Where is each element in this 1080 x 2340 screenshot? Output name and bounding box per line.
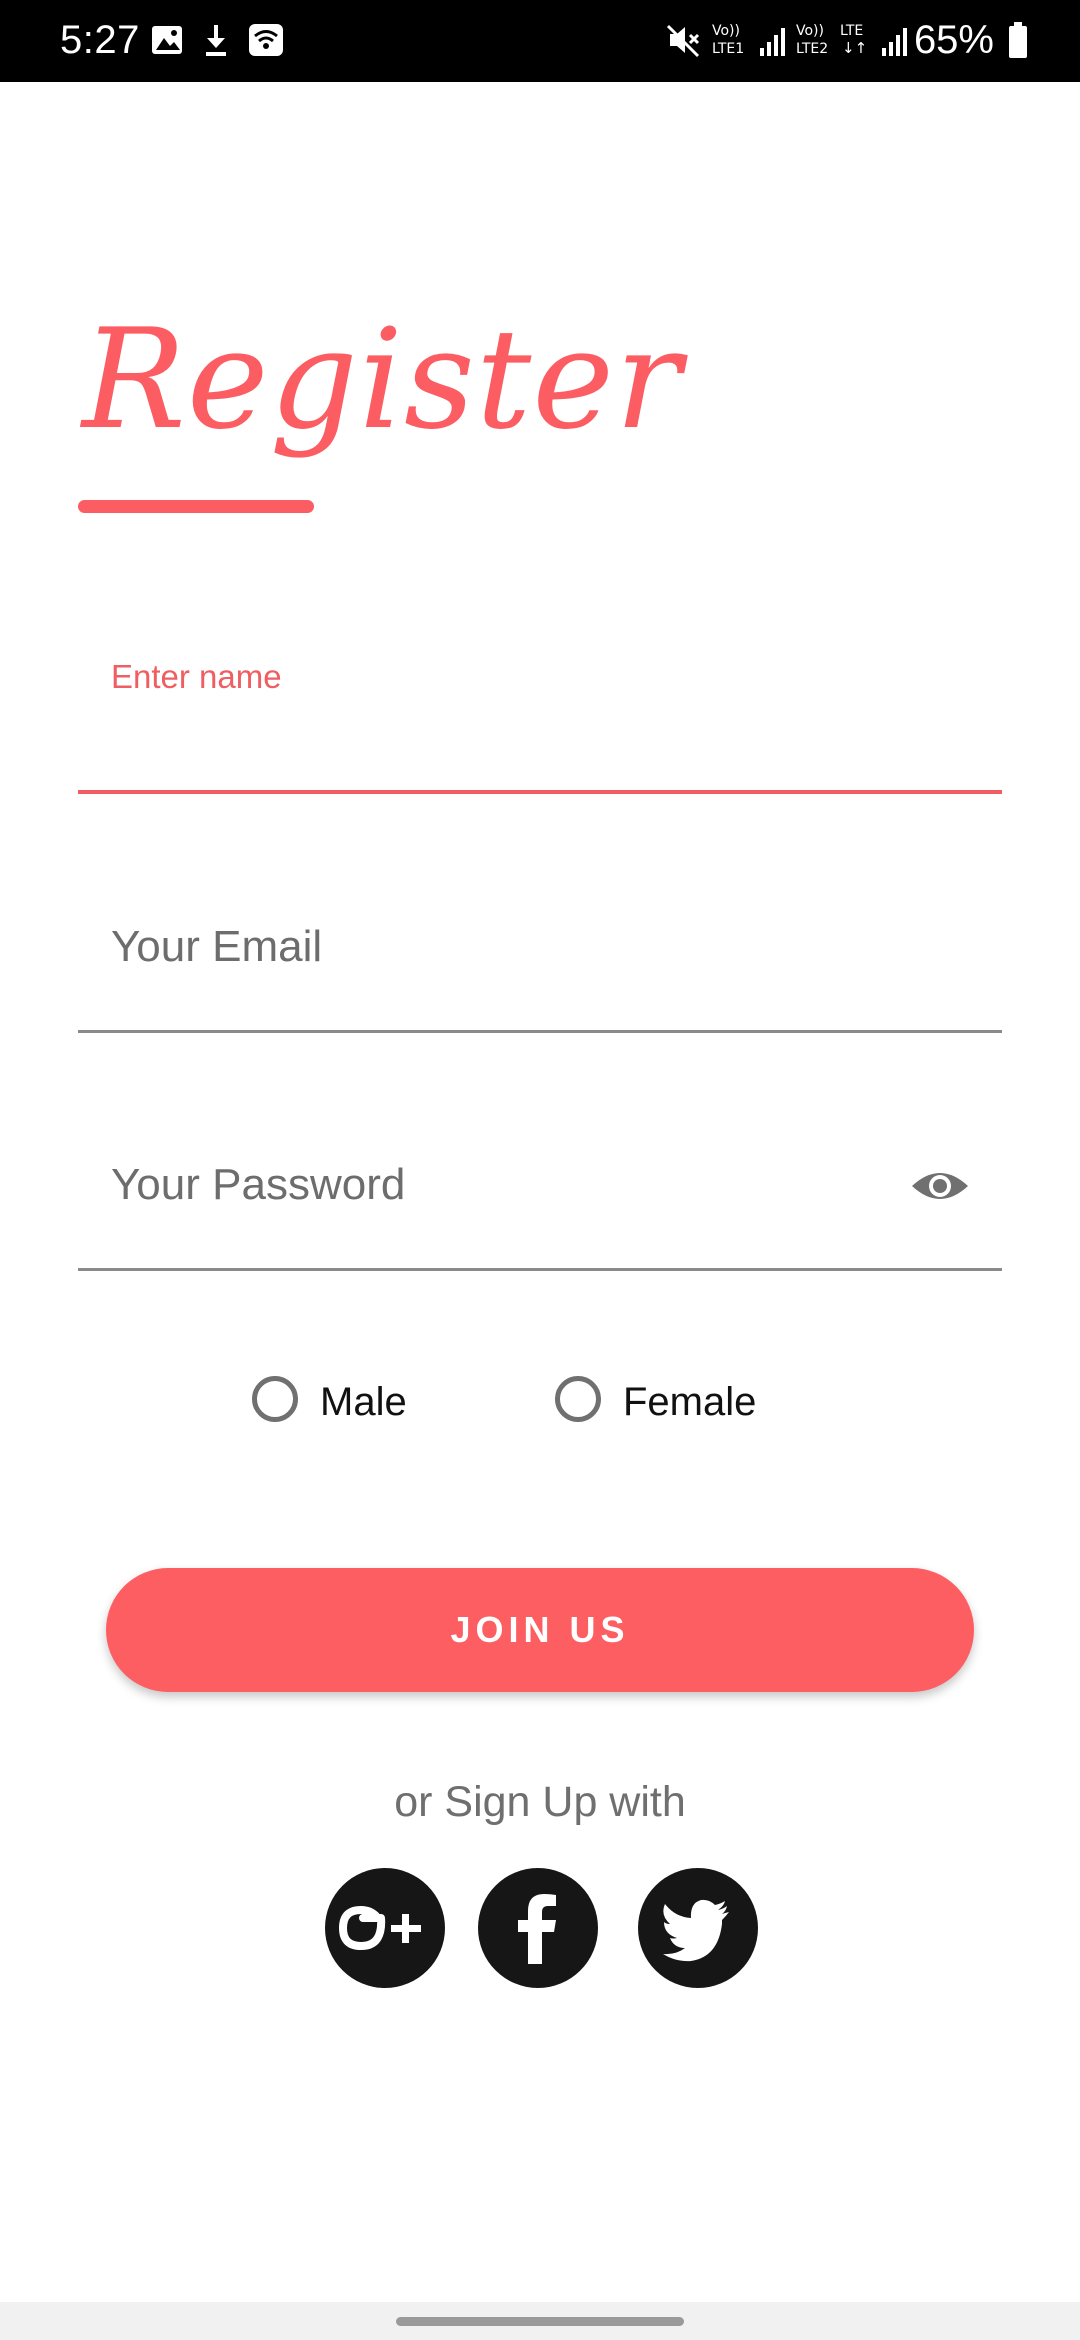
svg-text:LTE2: LTE2 <box>796 41 828 57</box>
gender-radio-group: Male Female <box>0 1372 1080 1432</box>
radio-female-label: Female <box>623 1380 757 1424</box>
google-plus-button[interactable] <box>325 1868 445 1988</box>
join-us-button[interactable]: JOIN US <box>106 1568 974 1692</box>
facebook-icon <box>518 1894 556 1964</box>
email-field-underline <box>78 1030 1002 1033</box>
navigation-bar <box>0 2302 1080 2340</box>
radio-female[interactable]: Female <box>555 1372 775 1432</box>
mute-icon <box>666 24 700 58</box>
or-sign-up-text: or Sign Up with <box>394 1778 686 1826</box>
password-field[interactable]: Your Password <box>78 1138 1002 1274</box>
svg-text:Vo)): Vo)) <box>796 23 824 39</box>
gallery-icon <box>152 26 182 54</box>
twitter-icon <box>663 1899 729 1962</box>
battery-icon <box>1009 22 1027 58</box>
status-bar: 5:27 Vo)) LTE1 Vo)) LTE2 LTE ↓↑ 65% <box>0 0 1080 82</box>
volte-lte2-signal-icon: Vo)) LTE2 LTE ↓↑ <box>796 23 907 57</box>
volte-lte1-signal-icon: Vo)) LTE1 <box>712 23 785 57</box>
email-field[interactable]: Your Email <box>78 900 1002 1036</box>
google-plus-icon <box>338 1905 421 1951</box>
eye-icon[interactable] <box>910 1166 970 1206</box>
status-time: 5:27 <box>60 18 140 62</box>
name-field-label: Enter name <box>111 658 282 695</box>
wifi-icon <box>249 24 283 56</box>
password-field-underline <box>78 1268 1002 1271</box>
radio-male-circle[interactable] <box>252 1376 298 1422</box>
page-title: Register <box>82 299 682 460</box>
name-field[interactable]: Enter name <box>78 640 1002 796</box>
radio-female-circle[interactable] <box>555 1376 601 1422</box>
radio-male-label: Male <box>320 1380 407 1424</box>
password-field-placeholder: Your Password <box>111 1160 406 1209</box>
twitter-button[interactable] <box>638 1868 758 1988</box>
download-icon <box>206 25 226 56</box>
email-field-placeholder: Your Email <box>111 922 323 971</box>
svg-text:↓↑: ↓↑ <box>842 39 867 57</box>
battery-percent: 65% <box>913 18 994 62</box>
home-handle[interactable] <box>396 2317 684 2326</box>
facebook-button[interactable] <box>478 1868 598 1988</box>
svg-text:Vo)): Vo)) <box>712 23 740 39</box>
svg-text:LTE1: LTE1 <box>712 41 744 57</box>
radio-male[interactable]: Male <box>252 1372 422 1432</box>
name-field-underline <box>78 790 1002 794</box>
title-underline <box>78 500 314 513</box>
svg-text:LTE: LTE <box>840 23 863 39</box>
